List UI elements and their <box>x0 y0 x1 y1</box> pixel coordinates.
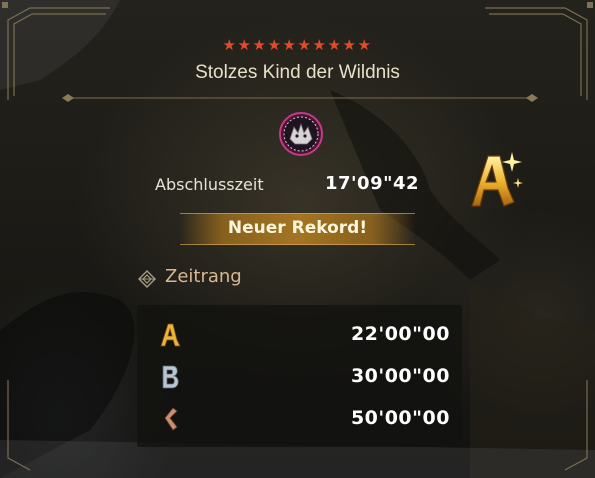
star-icon: ★ <box>267 36 284 54</box>
rank-a-time: 22'00"00 <box>350 323 450 345</box>
rank-c-time: 50'00"00 <box>350 407 450 429</box>
star-icon: ★ <box>297 36 314 54</box>
time-rank-heading: Zeitrang <box>165 266 242 287</box>
star-icon: ★ <box>357 36 374 54</box>
rank-row-a: 22'00"00 <box>137 315 462 353</box>
star-icon: ★ <box>282 36 299 54</box>
rank-a-badge-icon <box>471 152 523 207</box>
monster-icon <box>279 112 323 156</box>
star-rating: ★★★★★★★★★★ <box>0 36 595 54</box>
star-icon: ★ <box>252 36 269 54</box>
zeitrang-icon <box>138 270 156 288</box>
completion-time-value: 17'09"42 <box>325 173 420 194</box>
title-divider <box>62 94 538 102</box>
completion-time-label: Abschlusszeit <box>155 175 264 194</box>
rank-row-b: 30'00"00 <box>137 357 462 395</box>
rank-c-icon <box>164 407 178 431</box>
star-icon: ★ <box>312 36 329 54</box>
time-rank-table: 22'00"00 30'00"00 50'00"00 <box>137 305 462 447</box>
rank-b-icon <box>162 365 179 389</box>
star-icon: ★ <box>342 36 359 54</box>
star-icon: ★ <box>222 36 239 54</box>
rank-a-icon <box>160 323 181 347</box>
rank-b-time: 30'00"00 <box>350 365 450 387</box>
star-icon: ★ <box>237 36 254 54</box>
rank-row-c: 50'00"00 <box>137 399 462 437</box>
star-icon: ★ <box>327 36 344 54</box>
quest-title: Stolzes Kind der Wildnis <box>195 62 400 83</box>
new-record-label: Neuer Rekord! <box>227 218 368 238</box>
